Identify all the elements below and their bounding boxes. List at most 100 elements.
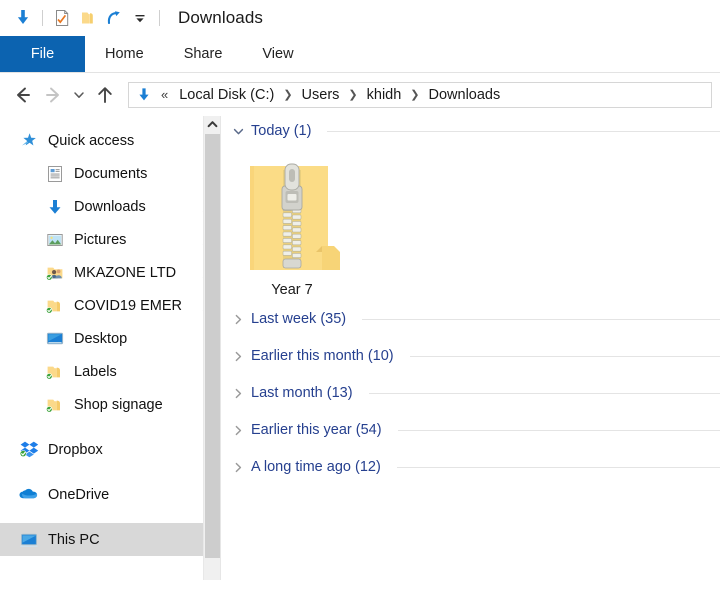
chevron-right-icon[interactable]	[231, 423, 245, 437]
group-header-earlier-this-year[interactable]: Earlier this year (54)	[221, 415, 720, 445]
group-last-week: Last week (35)	[221, 304, 720, 334]
tab-home[interactable]: Home	[85, 36, 164, 72]
group-items-today: Year 7	[221, 146, 720, 304]
chevron-right-icon[interactable]	[231, 460, 245, 474]
pictures-icon	[44, 229, 66, 251]
sidebar-item-label: Quick access	[48, 132, 135, 149]
new-folder-icon[interactable]	[75, 5, 101, 31]
group-last-month: Last month (13)	[221, 378, 720, 408]
file-tile-year-7[interactable]: Year 7	[239, 154, 345, 298]
sidebar-item-label: Shop signage	[74, 396, 163, 413]
group-label: Last month (13)	[251, 385, 353, 401]
desktop-icon	[44, 328, 66, 350]
group-header-last-month[interactable]: Last month (13)	[221, 378, 720, 408]
chevron-right-icon[interactable]	[231, 312, 245, 326]
chevron-down-icon[interactable]	[231, 124, 245, 138]
ribbon-tab-bar: File Home Share View	[0, 36, 720, 73]
folder-icon	[44, 361, 66, 383]
customize-toolbar-chevron-icon[interactable]	[127, 5, 153, 31]
onedrive-cloud-icon	[18, 484, 40, 506]
shared-folder-icon	[44, 262, 66, 284]
sidebar-item-pictures[interactable]: Pictures	[0, 223, 220, 256]
sidebar-item-shop-signage[interactable]: Shop signage	[0, 388, 220, 421]
group-earlier-this-month: Earlier this month (10)	[221, 341, 720, 371]
zipped-folder-icon	[244, 158, 340, 278]
navigation-scrollbar[interactable]	[203, 116, 220, 580]
quick-access-star-icon	[18, 130, 40, 152]
sidebar-item-labels[interactable]: Labels	[0, 355, 220, 388]
sidebar-item-onedrive[interactable]: OneDrive	[0, 478, 220, 511]
forward-button[interactable]	[38, 80, 68, 110]
group-header-a-long-time-ago[interactable]: A long time ago (12)	[221, 452, 720, 482]
tab-view[interactable]: View	[242, 36, 313, 72]
sidebar-item-label: Desktop	[74, 330, 128, 347]
breadcrumb-separator: ❯	[348, 89, 358, 101]
chevron-right-icon[interactable]	[231, 349, 245, 363]
navigation-tree: Quick access Documents Downloads Picture…	[0, 116, 220, 556]
breadcrumb-item-downloads[interactable]: Downloads	[424, 87, 506, 103]
quick-access-toolbar	[10, 5, 166, 31]
breadcrumb-separator: ❯	[410, 89, 420, 101]
sidebar-item-label: Dropbox	[48, 441, 103, 458]
breadcrumb-item-khidh[interactable]: khidh	[362, 87, 407, 103]
breadcrumb-folder-icon	[135, 86, 153, 104]
recent-locations-chevron-icon[interactable]	[68, 80, 90, 110]
chevron-right-icon[interactable]	[231, 386, 245, 400]
group-divider	[368, 392, 720, 394]
redo-icon[interactable]	[101, 5, 127, 31]
documents-icon	[44, 163, 66, 185]
properties-icon[interactable]	[49, 5, 75, 31]
group-divider	[327, 130, 720, 132]
sidebar-item-label: This PC	[48, 531, 100, 548]
file-list-view[interactable]: Today (1) Year 7 Last week (35) Earlier …	[221, 116, 720, 580]
back-button[interactable]	[8, 80, 38, 110]
tab-file[interactable]: File	[0, 36, 85, 72]
breadcrumb[interactable]: « Local Disk (C:) ❯ Users ❯ khidh ❯ Down…	[128, 81, 712, 108]
group-label: Last week (35)	[251, 311, 347, 327]
sidebar-item-label: Downloads	[74, 198, 146, 215]
breadcrumb-overflow[interactable]: «	[155, 87, 172, 102]
breadcrumb-item-local-disk[interactable]: Local Disk (C:)	[174, 87, 279, 103]
tab-share[interactable]: Share	[164, 36, 243, 72]
group-header-today[interactable]: Today (1)	[221, 116, 720, 146]
group-divider	[397, 429, 720, 431]
group-today: Today (1) Year 7	[221, 116, 720, 304]
group-a-long-time-ago: A long time ago (12)	[221, 452, 720, 482]
breadcrumb-separator: ❯	[283, 89, 293, 101]
breadcrumb-item-users[interactable]: Users	[297, 87, 345, 103]
sidebar-item-label: Labels	[74, 363, 117, 380]
group-divider	[362, 318, 720, 320]
downloads-arrow-icon[interactable]	[10, 5, 36, 31]
scrollbar-thumb[interactable]	[205, 134, 220, 558]
sidebar-item-dropbox[interactable]: Dropbox	[0, 433, 220, 466]
sidebar-item-this-pc[interactable]: This PC	[0, 523, 220, 556]
file-explorer-window: Downloads File Home Share View « Local D…	[0, 0, 720, 607]
scroll-up-button[interactable]	[204, 116, 220, 133]
sidebar-item-documents[interactable]: Documents	[0, 157, 220, 190]
sidebar-item-label: MKAZONE LTD	[74, 264, 177, 281]
sidebar-item-downloads[interactable]: Downloads	[0, 190, 220, 223]
sidebar-item-covid19-emer[interactable]: COVID19 EMER	[0, 289, 220, 322]
dropbox-icon	[18, 439, 40, 461]
up-button[interactable]	[90, 80, 120, 110]
sidebar-item-label: COVID19 EMER	[74, 297, 182, 314]
group-header-last-week[interactable]: Last week (35)	[221, 304, 720, 334]
sidebar-item-label: Pictures	[74, 231, 127, 248]
navigation-pane: Quick access Documents Downloads Picture…	[0, 116, 220, 580]
sidebar-item-label: Documents	[74, 165, 148, 182]
this-pc-icon	[18, 529, 40, 551]
group-divider	[396, 466, 720, 468]
group-divider	[409, 355, 720, 357]
sidebar-item-label: OneDrive	[48, 486, 110, 503]
sidebar-item-quick-access[interactable]: Quick access	[0, 124, 220, 157]
sidebar-item-mkazone-ltd[interactable]: MKAZONE LTD	[0, 256, 220, 289]
folder-icon	[44, 295, 66, 317]
group-header-earlier-this-month[interactable]: Earlier this month (10)	[221, 341, 720, 371]
sidebar-item-desktop[interactable]: Desktop	[0, 322, 220, 355]
